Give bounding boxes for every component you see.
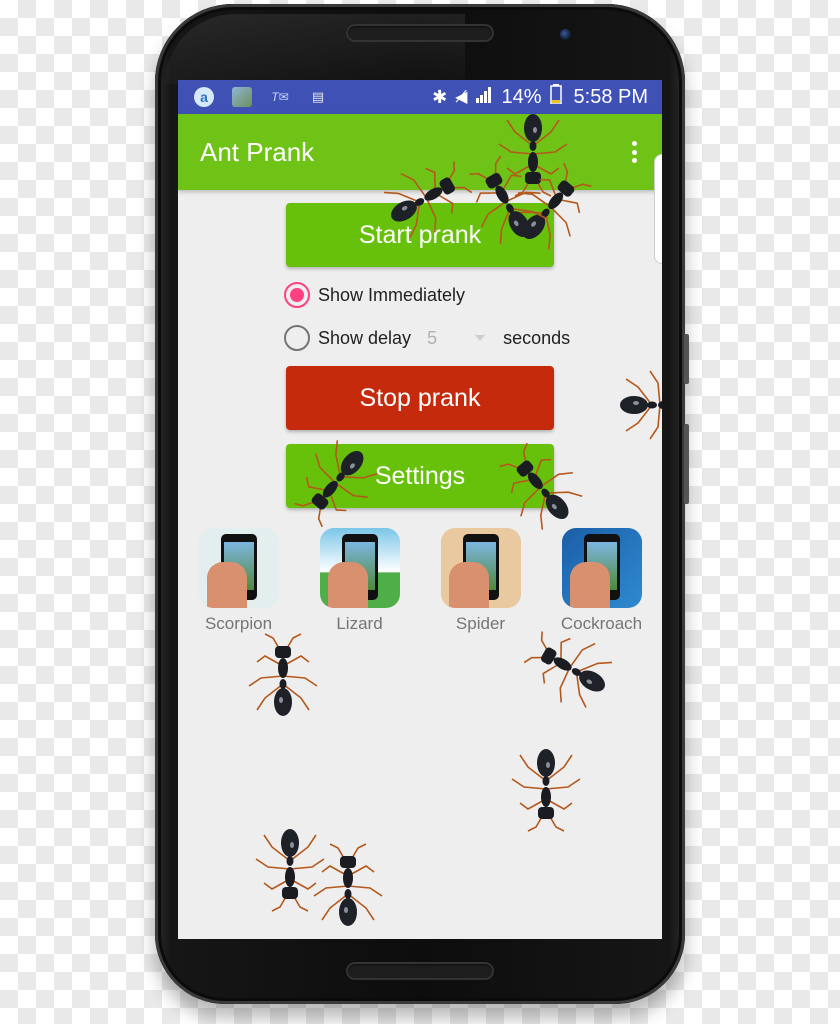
spider-app-icon[interactable]	[440, 528, 521, 608]
app-a-icon: a	[194, 87, 214, 107]
show-immediately-label: Show Immediately	[318, 284, 466, 305]
earpiece-speaker	[346, 24, 494, 42]
app-spider[interactable]: Spider	[420, 528, 541, 634]
battery-percent: 14%	[501, 85, 542, 108]
ant-11	[313, 843, 383, 927]
delay-spinner[interactable]: 5	[427, 328, 467, 349]
battery-icon	[549, 84, 562, 110]
no-sim-icon: ▤	[311, 89, 325, 104]
tts-icon: T✉	[271, 90, 289, 104]
spinner-caret-icon[interactable]	[475, 335, 486, 341]
radio-checked-icon[interactable]	[284, 282, 310, 308]
gallery-app-icon	[232, 87, 252, 107]
ant-10	[255, 828, 325, 912]
app-label: Cockroach	[560, 614, 643, 633]
stop-prank-button[interactable]: Stop prank	[286, 366, 554, 430]
volume-button[interactable]	[684, 334, 689, 384]
overflow-menu-icon[interactable]	[624, 138, 644, 166]
bluetooth-icon: ✱	[432, 86, 448, 107]
app-label: Scorpion	[204, 614, 273, 633]
radio-unchecked-icon[interactable]	[284, 325, 310, 351]
app-title: Ant Prank	[200, 136, 315, 167]
app-label: Spider	[455, 614, 506, 633]
app-scorpion[interactable]: Scorpion	[178, 528, 299, 634]
show-delay-option[interactable]: Show delay 5 seconds	[284, 325, 570, 351]
signal-icon	[475, 86, 493, 109]
scorpion-app-icon[interactable]	[198, 528, 279, 608]
status-bar: a T✉ ▤ ✱ ◀̸ 14% 5:58 PM	[178, 80, 662, 114]
app-lizard[interactable]: Lizard	[299, 528, 420, 634]
show-immediately-option[interactable]: Show Immediately	[284, 282, 465, 308]
edge-panel-handle[interactable]	[654, 154, 662, 264]
power-button[interactable]	[684, 424, 689, 504]
cockroach-app-icon[interactable]	[561, 528, 642, 608]
show-delay-label: Show delay	[318, 327, 412, 348]
app-bar: Ant Prank	[178, 114, 662, 190]
start-prank-button[interactable]: Start prank	[286, 203, 554, 267]
front-camera	[560, 29, 571, 40]
mute-icon: ◀̸	[455, 89, 468, 106]
app-cockroach[interactable]: Cockroach	[541, 528, 662, 634]
bottom-speaker	[346, 962, 494, 980]
ant-8	[248, 633, 318, 717]
clock: 5:58 PM	[573, 85, 648, 108]
delay-unit-label: seconds	[503, 327, 571, 348]
screen: a T✉ ▤ ✱ ◀̸ 14% 5:58 PM Ant Prank Start …	[178, 80, 662, 939]
more-apps-row: Scorpion Lizard Spider Cockroach	[178, 528, 662, 634]
settings-button[interactable]: Settings	[286, 444, 554, 508]
app-label: Lizard	[336, 614, 383, 633]
ant-12	[619, 370, 662, 440]
ant-9	[511, 748, 581, 832]
lizard-app-icon[interactable]	[319, 528, 400, 608]
